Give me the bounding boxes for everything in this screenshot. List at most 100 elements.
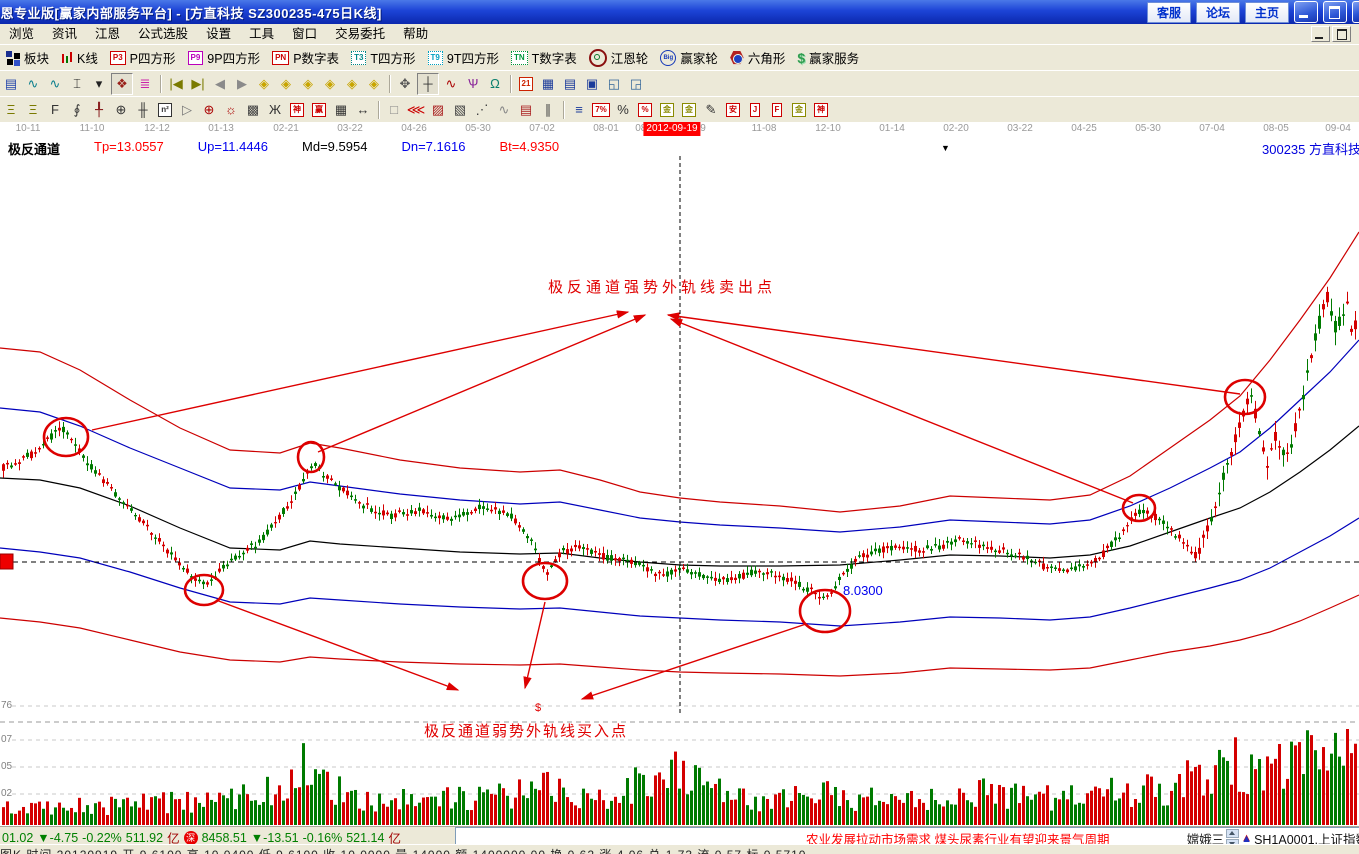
menu-item-9[interactable]: 帮助: [394, 25, 437, 44]
volume-colors-icon[interactable]: ≣: [135, 74, 155, 94]
kline-chart-canvas[interactable]: [0, 137, 1359, 826]
winner-wheel-button[interactable]: Big赢家轮: [654, 47, 724, 69]
kline-chart[interactable]: 极反通道Tp=13.0557Up=11.4446Md=9.5954Dn=7.16…: [0, 137, 1359, 826]
wave-tools-icon[interactable]: Ω: [485, 74, 505, 94]
winner-service-button[interactable]: $赢家服务: [791, 47, 865, 69]
f-line-icon[interactable]: F: [767, 100, 787, 120]
save-icon[interactable]: ▣: [582, 74, 602, 94]
ma3-icon[interactable]: ∿: [23, 74, 43, 94]
brush-icon[interactable]: ✎: [701, 100, 721, 120]
menu-item-2[interactable]: 资讯: [43, 25, 86, 44]
star-grid-icon[interactable]: ☼: [221, 100, 241, 120]
gann-tools-icon[interactable]: Ѱ: [463, 74, 483, 94]
hatch-box-icon[interactable]: ▤: [516, 100, 536, 120]
golden-ratio-icon[interactable]: Ξ: [1, 100, 21, 120]
shift-right-icon[interactable]: ◈: [276, 74, 296, 94]
box-select-icon[interactable]: □: [384, 100, 404, 120]
menu-item-6[interactable]: 工具: [240, 25, 283, 44]
title-bar: 江恩专业版[赢家内部服务平台] - [方直科技 SZ300235-475日K线]…: [0, 0, 1359, 24]
n-square-icon[interactable]: n²: [155, 100, 175, 120]
gold-circle-icon[interactable]: 金: [657, 100, 677, 120]
menu-item-5[interactable]: 设置: [197, 25, 240, 44]
minimize-button[interactable]: [1294, 1, 1318, 23]
fibonacci-icon[interactable]: F: [45, 100, 65, 120]
blocks-button[interactable]: 板块: [0, 47, 55, 69]
date-tick: 08-05: [1263, 123, 1289, 134]
net-grid-icon[interactable]: ▩: [243, 100, 263, 120]
measure-icon[interactable]: ∿: [441, 74, 461, 94]
customer-service-button[interactable]: 客服: [1147, 2, 1191, 23]
prev-bar-icon[interactable]: ◀: [210, 74, 230, 94]
flag-tool-icon[interactable]: ▷: [177, 100, 197, 120]
close-button[interactable]: [1352, 1, 1359, 23]
calendar-icon[interactable]: 21: [516, 74, 536, 94]
percent-line-icon[interactable]: %: [635, 100, 655, 120]
forum-button[interactable]: 论坛: [1196, 2, 1240, 23]
quote-report-icon[interactable]: ▤: [1, 74, 21, 94]
ruler-ticks-icon[interactable]: ╫: [133, 100, 153, 120]
shen2-icon[interactable]: 神: [811, 100, 831, 120]
diag-lines-icon[interactable]: ⋰: [472, 100, 492, 120]
next-bar-icon[interactable]: ▶: [232, 74, 252, 94]
hexagon-button[interactable]: 六角形: [724, 47, 792, 69]
span-measure-icon[interactable]: ↔: [353, 100, 373, 120]
fan-lines-icon[interactable]: ⋘: [406, 100, 426, 120]
zoom-in-x-icon[interactable]: ◈: [320, 74, 340, 94]
last-bar-icon[interactable]: ▶|: [188, 74, 208, 94]
ying-tool-icon[interactable]: 赢: [309, 100, 329, 120]
restore-scale-icon[interactable]: ◈: [364, 74, 384, 94]
calculator-icon[interactable]: ▦: [538, 74, 558, 94]
shade-grid-icon[interactable]: ▨: [428, 100, 448, 120]
9t-square-button[interactable]: T99T四方形: [422, 47, 505, 69]
candle-style-icon[interactable]: ⌶: [67, 74, 87, 94]
hammer-tool-icon[interactable]: ╀: [89, 100, 109, 120]
menu-item-1[interactable]: 浏览: [0, 25, 43, 44]
scroll-up-button[interactable]: [1226, 829, 1239, 838]
gann-wheel-button[interactable]: 江恩轮: [583, 47, 655, 69]
stats-panel-icon[interactable]: ≡: [569, 100, 589, 120]
ma9-icon[interactable]: ∿: [45, 74, 65, 94]
kan-chart-icon[interactable]: ❖: [111, 73, 133, 95]
9p-square-button[interactable]: P99P四方形: [182, 47, 267, 69]
price-grid-icon[interactable]: ▦: [331, 100, 351, 120]
p-square-button[interactable]: P3P四方形: [104, 47, 182, 69]
menu-item-8[interactable]: 交易委托: [326, 25, 394, 44]
restore-button[interactable]: [1323, 1, 1347, 23]
candle-style-dropdown[interactable]: ▾: [89, 74, 109, 94]
menu-item-3[interactable]: 江恩: [86, 25, 129, 44]
first-bar-icon[interactable]: |◀: [166, 74, 186, 94]
percent-icon[interactable]: %: [613, 100, 633, 120]
an-grid-icon[interactable]: 安: [723, 100, 743, 120]
kline-button[interactable]: K线: [55, 47, 104, 69]
golden-ratio2-icon[interactable]: Ξ: [23, 100, 43, 120]
target-icon[interactable]: ⊕: [199, 100, 219, 120]
shen-tool-icon[interactable]: 神: [287, 100, 307, 120]
shade-grid2-icon[interactable]: ▧: [450, 100, 470, 120]
menu-item-4[interactable]: 公式选股: [129, 25, 197, 44]
p-table-button[interactable]: PNP数字表: [266, 47, 345, 69]
percent7-icon[interactable]: 7%: [591, 100, 611, 120]
child-minimize-button[interactable]: [1311, 26, 1330, 42]
compass-circle-icon[interactable]: ⊕: [111, 100, 131, 120]
shift-left-icon[interactable]: ◈: [254, 74, 274, 94]
gold-line-icon[interactable]: 金: [679, 100, 699, 120]
child-restore-button[interactable]: [1332, 26, 1351, 42]
menu-item-7[interactable]: 窗口: [283, 25, 326, 44]
parallel-lines-icon[interactable]: ∥: [538, 100, 558, 120]
zoom-out-x-icon[interactable]: ◈: [298, 74, 318, 94]
k-wave-icon[interactable]: Ж: [265, 100, 285, 120]
spiral-icon[interactable]: ∮: [67, 100, 87, 120]
remote-pc-icon[interactable]: ◲: [626, 74, 646, 94]
expand-all-icon[interactable]: ◈: [342, 74, 362, 94]
news-ticker-text[interactable]: 农业发展拉动市场需求 煤头尿素行业有望迎来景气周期: [806, 829, 1109, 845]
drag-hand-icon[interactable]: ✥: [395, 74, 415, 94]
network-icon[interactable]: ◱: [604, 74, 624, 94]
j-line-icon[interactable]: J: [745, 100, 765, 120]
homepage-button[interactable]: 主页: [1245, 2, 1289, 23]
t-square-button[interactable]: T3T四方形: [345, 47, 421, 69]
notepad-icon[interactable]: ▤: [560, 74, 580, 94]
zigzag-icon[interactable]: ∿: [494, 100, 514, 120]
crosshair-icon[interactable]: ┼: [417, 73, 439, 95]
gold-fan-icon[interactable]: 金: [789, 100, 809, 120]
t-table-button[interactable]: TNT数字表: [505, 47, 583, 69]
